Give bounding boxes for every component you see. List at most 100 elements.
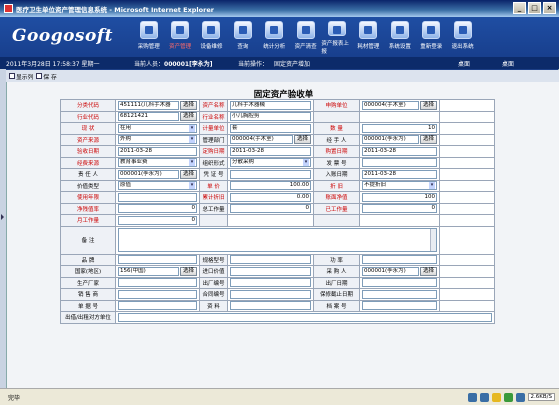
minimize-button[interactable]: _ — [513, 2, 526, 14]
custodian-field[interactable]: 000001(李永为) — [118, 169, 179, 179]
nav-item-0[interactable]: 采购管理 — [133, 19, 164, 55]
material-label: 资 料 — [199, 299, 228, 312]
custodian-select-button[interactable]: 选择 — [179, 169, 197, 179]
maximize-button[interactable]: □ — [528, 2, 541, 14]
nav-item-5[interactable]: 资产清查 — [290, 19, 321, 55]
dropdown-arrow-icon[interactable]: ▾ — [189, 159, 195, 167]
handler-field[interactable]: 000001(李永为) — [362, 135, 419, 145]
expand-arrow-icon[interactable] — [1, 214, 4, 220]
monthly-work-field[interactable]: 0 — [118, 215, 197, 225]
nav-item-4[interactable]: 统计分析 — [259, 19, 290, 55]
remarks-scrollbar[interactable] — [430, 229, 436, 251]
dropdown-arrow-icon[interactable]: ▾ — [189, 182, 195, 190]
nav-item-7[interactable]: 耗材管理 — [353, 19, 384, 55]
brand-field[interactable] — [118, 255, 197, 265]
spec-field[interactable] — [230, 255, 311, 265]
source-select[interactable]: 外购 ▾ — [118, 135, 197, 145]
class-code-select-button[interactable]: 选择 — [179, 100, 197, 110]
industry-name-field[interactable]: 小儿胸腔剪 — [230, 112, 311, 122]
close-button[interactable]: × — [543, 2, 556, 14]
industry-code-field[interactable]: 68121421 — [118, 112, 179, 122]
material-field[interactable] — [230, 301, 311, 311]
buyer-label: 采 购 人 — [313, 265, 360, 278]
seller-field[interactable] — [118, 289, 197, 299]
chart-icon — [265, 21, 284, 39]
cert-no-field[interactable] — [230, 169, 311, 179]
doc-no-field[interactable] — [118, 301, 197, 311]
dropdown-arrow-icon[interactable]: ▾ — [189, 136, 195, 144]
dropdown-arrow-icon[interactable]: ▾ — [189, 124, 195, 132]
country-field[interactable]: 156(中国) — [118, 266, 179, 276]
book-value-field[interactable]: 100 — [362, 192, 437, 202]
status-text: 完毕 — [8, 394, 21, 402]
nav-item-1[interactable]: 资产管理 — [164, 19, 195, 55]
factory-no-field[interactable] — [230, 278, 311, 288]
status-select[interactable]: 在用 ▾ — [118, 123, 197, 133]
nav-item-8[interactable]: 系统设置 — [384, 19, 415, 55]
dropdown-arrow-icon[interactable]: ▾ — [429, 182, 435, 190]
acceptance-form: 分类代码 451111(儿科手术器 选择 资产名称 儿科手术器械 申购单位 000004(手… — [60, 99, 495, 324]
factory-date-field[interactable] — [362, 278, 437, 288]
country-select-button[interactable]: 选择 — [179, 266, 197, 276]
voucher-date-field[interactable]: 2011-03-28 — [230, 146, 311, 156]
nav-item-9[interactable]: 重新登录 — [416, 19, 447, 55]
quantity-field[interactable]: 10 — [362, 123, 437, 133]
archive-no-field[interactable] — [362, 301, 437, 311]
handler-select-button[interactable]: 选择 — [419, 135, 437, 145]
buyer-field[interactable]: 000001(李永为) — [362, 266, 419, 276]
brand-label: 品 牌 — [60, 253, 116, 266]
invoice-field[interactable] — [362, 158, 437, 168]
sub-unit-field[interactable] — [118, 312, 492, 322]
net-residual-label: 净残值率 — [60, 202, 116, 215]
class-code-field[interactable]: 451111(儿科手术器 — [118, 100, 179, 110]
mgmt-dept-field[interactable]: 000004(手术室) — [230, 135, 293, 145]
dept-field[interactable]: 000004(手术室) — [362, 100, 419, 110]
net-residual-field[interactable]: 0 — [118, 204, 197, 214]
industry-code-select-button[interactable]: 选择 — [179, 112, 197, 122]
asset-name-label: 资产名称 — [199, 99, 228, 112]
nav-item-2[interactable]: 设备维修 — [196, 19, 227, 55]
nav-item-3[interactable]: 查询 — [227, 19, 258, 55]
datetime: 2011年3月28日 17:58:37 星期一 — [6, 60, 100, 68]
nav-item-label: 资产报表上报 — [321, 41, 349, 55]
nav-item-label: 查询 — [237, 44, 249, 50]
buyer-select-button[interactable]: 选择 — [419, 266, 437, 276]
manufacturer-field[interactable] — [118, 278, 197, 288]
contract-no-field[interactable] — [230, 289, 311, 299]
dropdown-arrow-icon[interactable]: ▾ — [303, 159, 309, 167]
folder-icon — [491, 392, 501, 402]
dept-select-button[interactable]: 选择 — [419, 100, 437, 110]
account-date-field[interactable]: 2011-03-28 — [362, 169, 437, 179]
value-type-select[interactable]: 原值 ▾ — [118, 181, 197, 191]
total-work-field[interactable]: 0 — [230, 204, 311, 214]
status-label: 现 状 — [60, 122, 116, 135]
done-work-field[interactable]: 0 — [362, 204, 437, 214]
power-label: 功 率 — [313, 253, 360, 266]
handler-label: 经 手 人 — [313, 133, 360, 146]
nav-item-10[interactable]: 退出系统 — [447, 19, 478, 55]
book-value-label: 账面净值 — [313, 191, 360, 204]
unit-field[interactable]: 套 — [230, 123, 311, 133]
network-speed: 2.6KB/S — [527, 393, 555, 401]
purchase-date-field[interactable]: 2011-03-28 — [362, 146, 437, 156]
desktop-link-1[interactable]: 桌面 — [458, 59, 470, 68]
import-price-field[interactable] — [230, 266, 311, 276]
save-button[interactable]: 保 存 — [36, 72, 57, 81]
info-bar: 2011年3月28日 17:58:37 星期一 当前人员：000001[李永为]… — [0, 57, 559, 69]
asset-name-field[interactable]: 儿科手术器械 — [230, 100, 311, 110]
nav-item-6[interactable]: 资产报表上报 — [321, 19, 352, 55]
remarks-textarea[interactable] — [118, 228, 437, 252]
org-form-select[interactable]: 分散采购 ▾ — [230, 158, 311, 168]
funding-select[interactable]: 教育事业费 ▾ — [118, 158, 197, 168]
acceptance-date-field[interactable]: 2011-03-28 — [118, 146, 197, 156]
show-columns-button[interactable]: 显示列 — [9, 72, 33, 81]
warranty-field[interactable] — [362, 289, 437, 299]
unit-price-field[interactable]: 100.00 — [230, 181, 311, 191]
desktop-link-2[interactable]: 桌面 — [502, 59, 514, 68]
mgmt-dept-select-button[interactable]: 选择 — [293, 135, 311, 145]
power-field[interactable] — [362, 255, 437, 265]
depreciation-select[interactable]: 不提折旧 ▾ — [362, 181, 437, 191]
quantity-label: 数 量 — [313, 122, 360, 135]
accum-dep-field[interactable]: 0.00 — [230, 192, 311, 202]
service-years-field[interactable] — [118, 192, 197, 202]
